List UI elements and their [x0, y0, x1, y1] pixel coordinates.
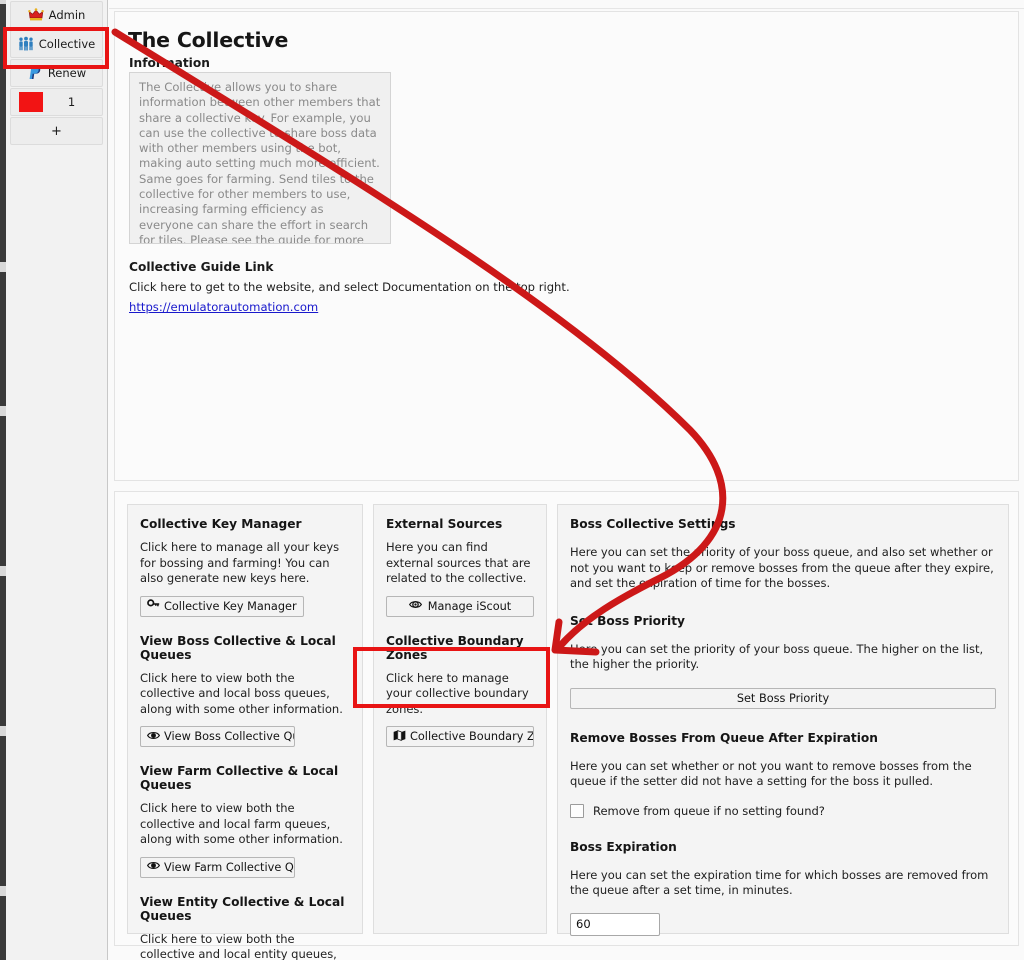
button-label: View Farm Collective Queue	[164, 860, 294, 874]
information-textbox: The Collective allows you to share infor…	[129, 72, 391, 244]
sidebar-item-renew[interactable]: Renew	[10, 59, 103, 87]
sidebar-item-admin[interactable]: Admin	[10, 1, 103, 29]
external-sources-description: Here you can find external sources that …	[386, 540, 531, 586]
external-sources-card: External Sources Here you can find exter…	[373, 504, 547, 934]
boss-queue-description: Click here to view both the collective a…	[140, 670, 343, 716]
page-title: The Collective	[128, 28, 289, 52]
application-window: Admin Collective Renew 1 + The Collectiv…	[0, 0, 1024, 960]
remove-bosses-description: Here you can set whether or not you want…	[570, 758, 972, 789]
guide-link-description: Click here to get to the website, and se…	[129, 280, 570, 294]
button-label: Collective Boundary Zones	[410, 730, 533, 744]
eye-icon	[146, 859, 161, 875]
crown-icon	[27, 7, 44, 23]
farm-queue-description: Click here to view both the collective a…	[140, 801, 343, 847]
remove-bosses-heading: Remove Bosses From Queue After Expiratio…	[570, 730, 878, 745]
guide-hyperlink[interactable]: https://emulatorautomation.com	[129, 300, 318, 314]
sidebar-add-button[interactable]: +	[10, 117, 103, 145]
farm-queue-heading: View Farm Collective & Local Queues	[140, 764, 339, 793]
external-sources-heading: External Sources	[386, 517, 503, 531]
remove-from-queue-row: Remove from queue if no setting found?	[570, 803, 996, 818]
set-boss-priority-button[interactable]: Set Boss Priority	[570, 687, 996, 709]
key-manager-heading: Collective Key Manager	[140, 517, 302, 531]
paypal-icon	[27, 65, 43, 81]
sidebar-item-label: Collective	[38, 37, 96, 51]
information-heading: Information	[129, 56, 210, 70]
sidebar-item-label: Admin	[48, 8, 86, 22]
plus-icon: +	[51, 123, 62, 139]
cards-panel: Collective Key Manager Click here to man…	[114, 491, 1019, 960]
boss-expiration-description: Here you can set the expiration time for…	[570, 867, 989, 898]
key-manager-description: Click here to manage all your keys for b…	[140, 540, 340, 586]
sidebar-item-collective[interactable]: Collective	[10, 30, 103, 58]
map-icon	[393, 729, 406, 745]
boss-settings-heading: Boss Collective Settings	[570, 517, 736, 531]
button-label: Collective Key Manager	[164, 599, 297, 613]
view-farm-collective-queue-button[interactable]: View Farm Collective Queue	[140, 856, 295, 878]
set-boss-priority-description: Here you can set the priority of your bo…	[570, 641, 984, 672]
entity-queue-heading: View Entity Collective & Local Queues	[140, 894, 345, 923]
remove-from-queue-label: Remove from queue if no setting found?	[593, 803, 825, 818]
boundary-zones-description: Click here to manage your collective bou…	[386, 670, 529, 716]
collective-key-card: Collective Key Manager Click here to man…	[127, 504, 363, 960]
sidebar-item-profile-1[interactable]: 1	[10, 88, 103, 116]
key-icon	[147, 598, 160, 614]
collective-key-manager-button[interactable]: Collective Key Manager	[140, 595, 304, 617]
boss-queue-heading: View Boss Collective & Local Queues	[140, 633, 336, 662]
sidebar: Admin Collective Renew 1 +	[6, 0, 108, 960]
boss-collective-settings-card: Boss Collective Settings Here you can se…	[557, 504, 1009, 936]
guide-link-heading: Collective Guide Link	[129, 260, 274, 274]
button-label: Manage iScout	[427, 599, 512, 613]
sidebar-item-label: 1	[67, 95, 76, 109]
boundary-zones-heading: Collective Boundary Zones	[386, 633, 524, 662]
top-rail	[109, 0, 1024, 9]
boss-expiration-heading: Boss Expiration	[570, 839, 677, 854]
red-square-swatch	[19, 92, 43, 112]
sidebar-item-label: Renew	[47, 66, 87, 80]
manage-iscout-button[interactable]: Manage iScout	[386, 595, 534, 617]
eye-icon	[146, 729, 161, 745]
information-panel: The Collective Information The Collectiv…	[114, 11, 1019, 481]
set-boss-priority-heading: Set Boss Priority	[570, 613, 685, 628]
collective-boundary-zones-button[interactable]: Collective Boundary Zones	[386, 726, 534, 748]
boss-expiration-input[interactable]	[570, 912, 660, 936]
boss-settings-description: Here you can set the priority of your bo…	[570, 545, 994, 591]
entity-queue-description: Click here to view both the collective a…	[140, 931, 337, 960]
eye-target-icon	[408, 598, 422, 614]
view-boss-collective-queue-button[interactable]: View Boss Collective Queue	[140, 726, 295, 748]
main-content: The Collective Information The Collectiv…	[109, 0, 1024, 960]
button-label: Set Boss Priority	[736, 691, 830, 705]
people-group-icon	[18, 36, 34, 52]
button-label: View Boss Collective Queue	[164, 730, 294, 744]
remove-from-queue-checkbox[interactable]	[570, 803, 584, 818]
